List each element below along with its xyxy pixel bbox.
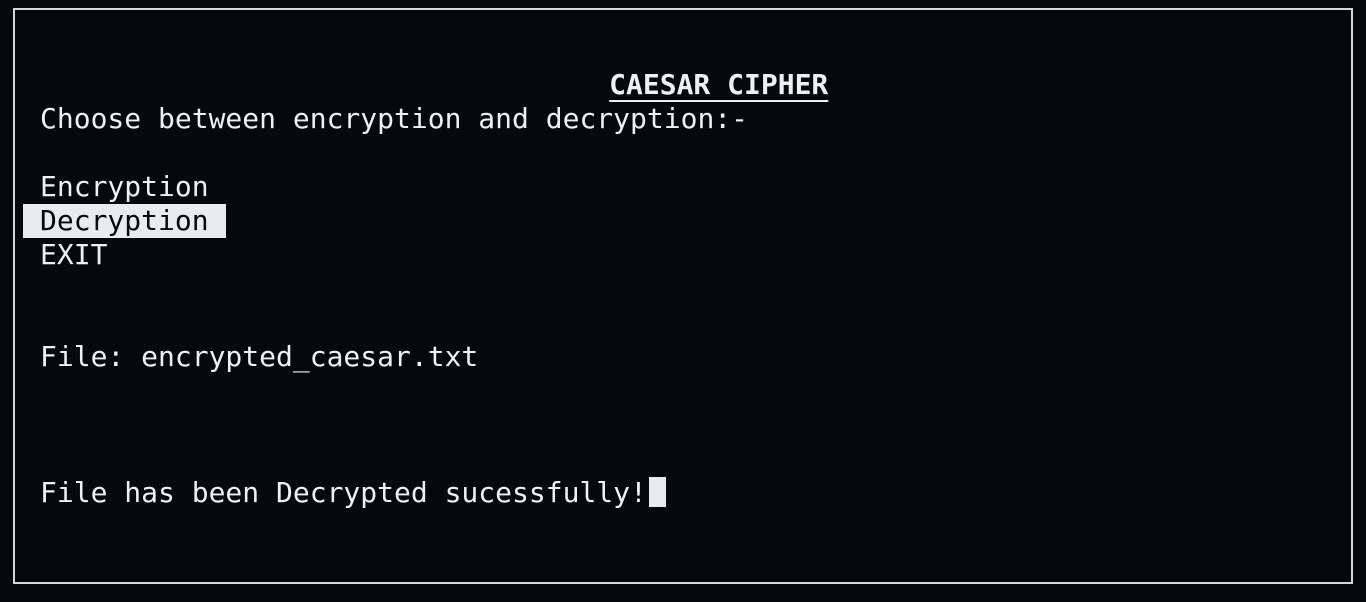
status-line: File has been Decrypted sucessfully! [40, 476, 666, 510]
menu-item-decryption[interactable]: Decryption [23, 204, 226, 238]
menu-prompt: Choose between encryption and decryption… [40, 102, 749, 135]
status-message: File has been Decrypted sucessfully! [40, 476, 647, 509]
file-name-line: File: encrypted_caesar.txt [40, 340, 479, 373]
menu-item-exit[interactable]: EXIT [40, 238, 107, 272]
text-cursor [648, 477, 666, 507]
app-title: CAESAR CIPHER [15, 34, 1355, 101]
app-title-text: CAESAR CIPHER [609, 68, 829, 101]
menu-item-encryption[interactable]: Encryption [40, 170, 209, 204]
terminal-window: CAESAR CIPHER Choose between encryption … [13, 8, 1353, 584]
